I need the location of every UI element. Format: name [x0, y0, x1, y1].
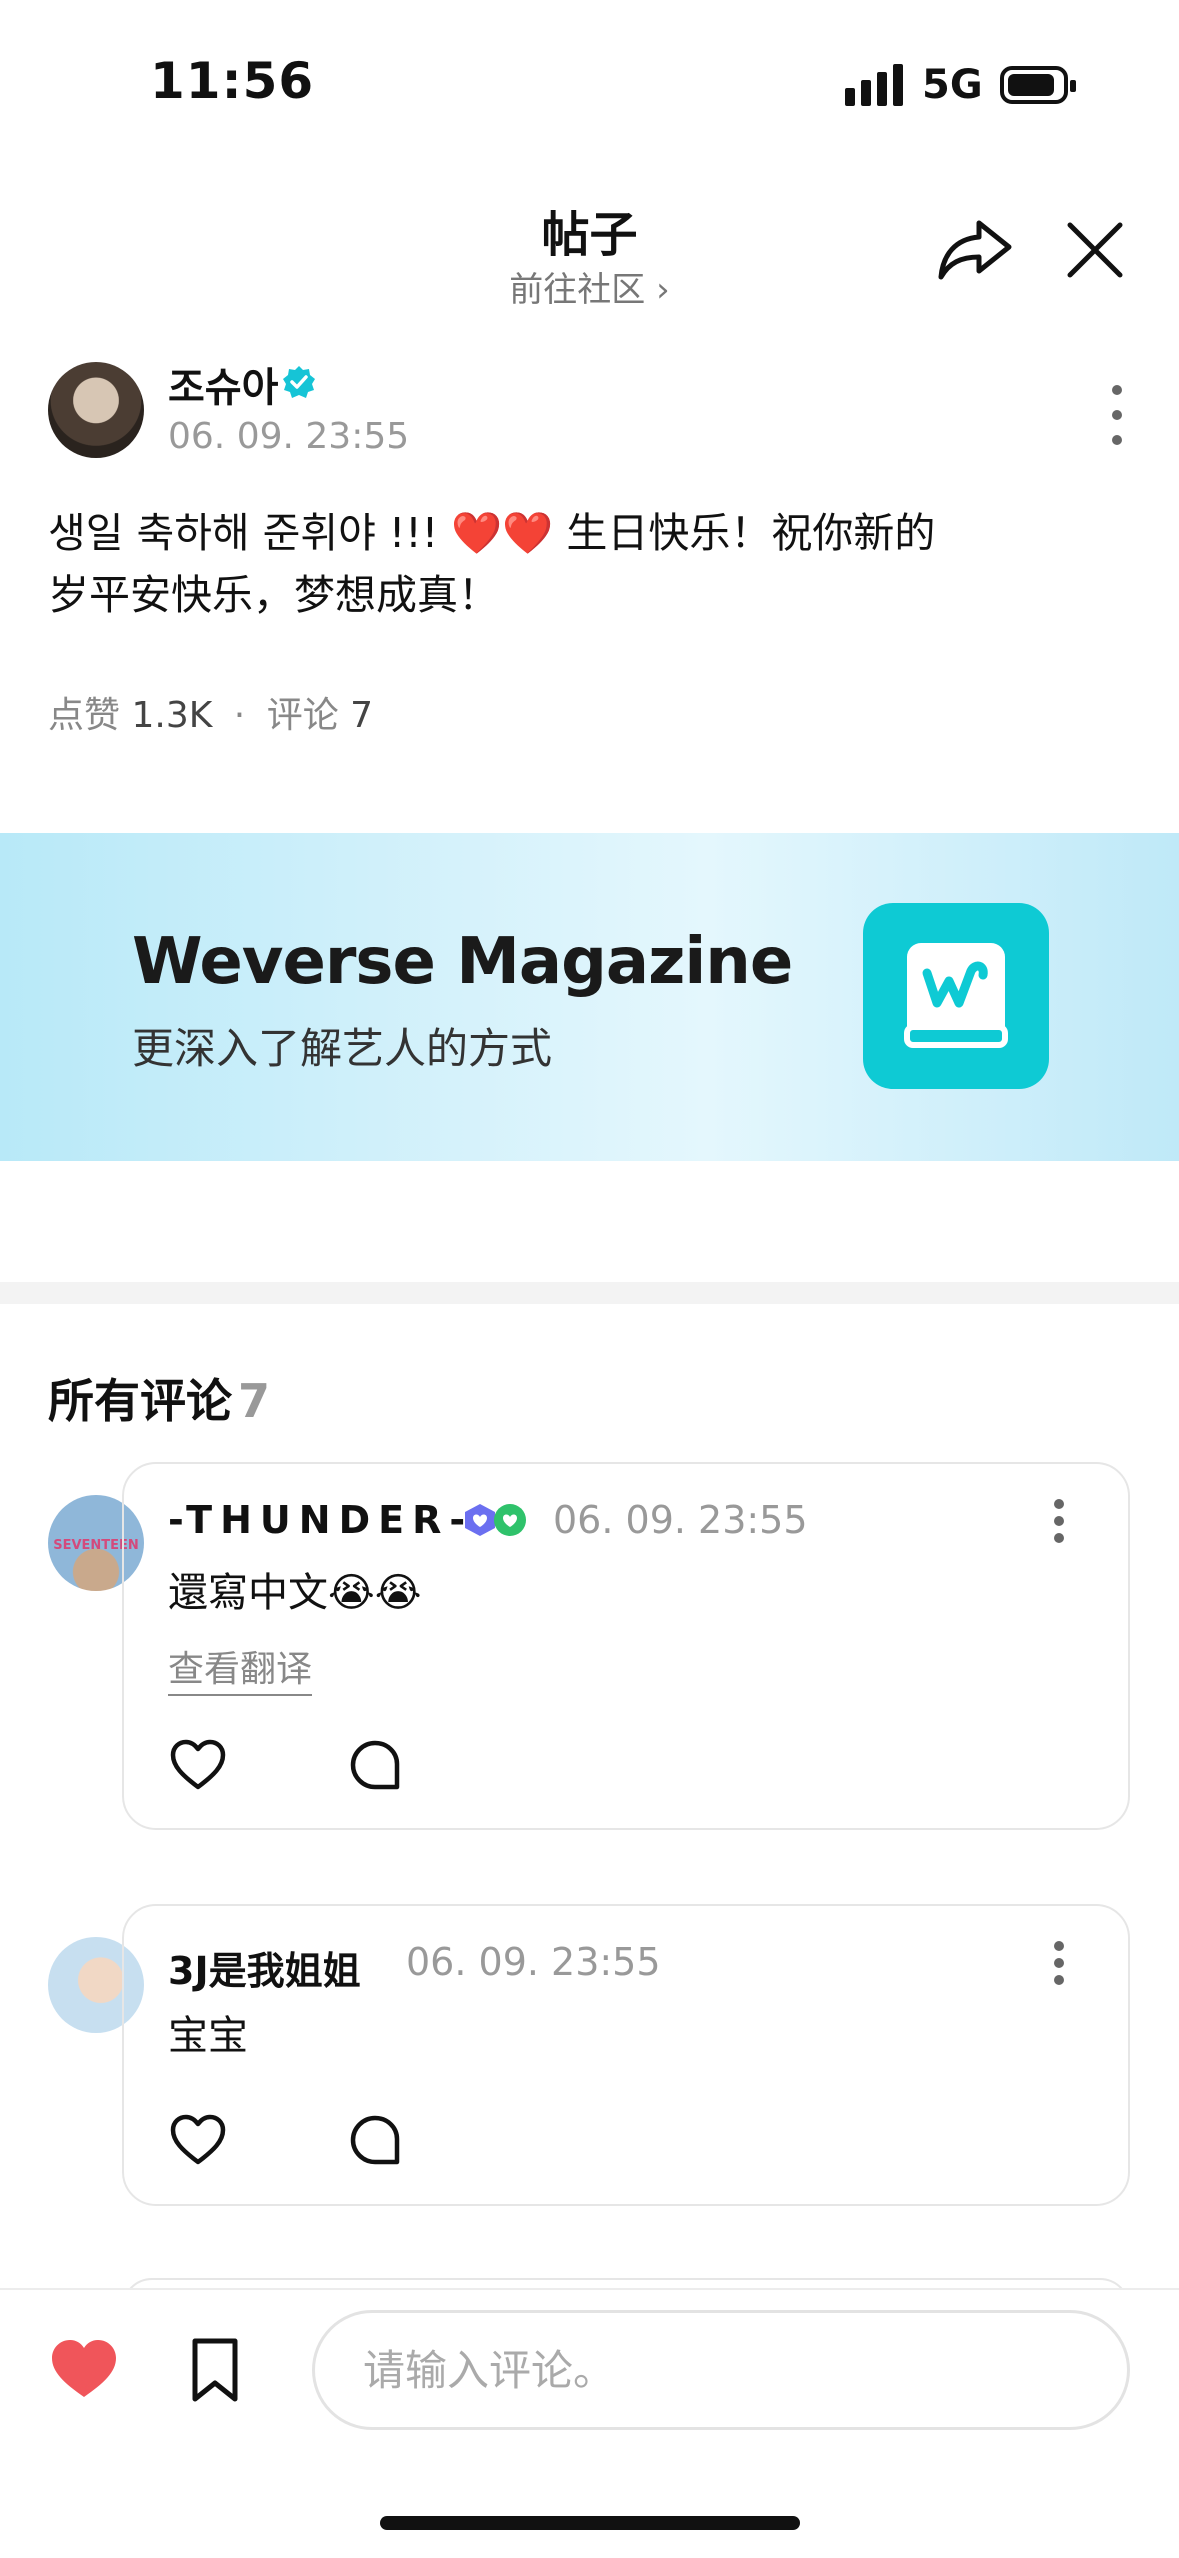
- section-divider: [0, 1282, 1179, 1304]
- comment-reply-button[interactable]: [345, 1735, 405, 1795]
- likes-label: 点赞: [48, 695, 121, 736]
- comment-text: 還寫中文😭😭: [168, 1570, 422, 1616]
- comments-title-count: 7: [238, 1374, 271, 1428]
- chevron-right-icon: ›: [656, 270, 670, 310]
- network-label: 5G: [922, 62, 983, 108]
- bookmark-button[interactable]: [185, 2335, 245, 2407]
- battery-icon: [1000, 66, 1076, 104]
- post-text: 생일 축하해 준휘야 !!! ❤️❤️ 生日快乐！祝你新的 岁平安快乐，梦想成真…: [48, 502, 1078, 626]
- home-indicator[interactable]: [380, 2516, 800, 2530]
- post-more-icon[interactable]: [1105, 385, 1129, 445]
- close-icon: [1067, 222, 1123, 278]
- comment-username[interactable]: -THUNDER-: [168, 1498, 473, 1542]
- post-timestamp: 06. 09. 23:55: [168, 416, 410, 457]
- banner-title: Weverse Magazine: [132, 925, 793, 999]
- comments-count: 7: [350, 695, 374, 736]
- view-translation-link[interactable]: 查看翻译: [168, 1640, 313, 1696]
- comment-text: 宝宝: [168, 2013, 248, 2059]
- comment-more-icon[interactable]: [1049, 1941, 1069, 1985]
- heart-filled-icon: [52, 2340, 116, 2397]
- post-text-line-1: 생일 축하해 준휘야 !!! ❤️❤️ 生日快乐！祝你新的: [48, 509, 936, 557]
- go-to-community-label: 前往社区: [509, 270, 646, 310]
- comment-input[interactable]: [312, 2310, 1130, 2430]
- comment-like-button[interactable]: [168, 1735, 228, 1795]
- post-text-line-2: 岁平安快乐，梦想成真！: [48, 571, 499, 619]
- stats-separator: ·: [233, 695, 246, 736]
- post-stats: 点赞 1.3K · 评论 7: [48, 686, 373, 738]
- signal-icon: [845, 64, 905, 106]
- fan-badge-icon: [462, 1502, 532, 1538]
- comment-like-button[interactable]: [168, 2110, 228, 2170]
- comment-timestamp: 06. 09. 23:55: [553, 1498, 808, 1542]
- comment-username[interactable]: 3J是我姐姐: [168, 1940, 361, 1995]
- weverse-magazine-logo-icon: [863, 903, 1049, 1089]
- verified-icon: [282, 365, 316, 399]
- likes-count: 1.3K: [131, 695, 213, 736]
- comment-timestamp: 06. 09. 23:55: [406, 1940, 661, 1984]
- heart-outline-icon: [170, 2114, 226, 2165]
- share-button[interactable]: [935, 215, 1015, 285]
- author-name[interactable]: 조슈아: [168, 355, 278, 413]
- heart-outline-icon: [170, 1739, 226, 1790]
- post-like-button[interactable]: [48, 2335, 120, 2403]
- comments-section-title: 所有评论 7: [48, 1365, 270, 1431]
- close-button[interactable]: [1060, 215, 1130, 285]
- comment-more-icon[interactable]: [1049, 1499, 1069, 1543]
- banner-subtitle: 更深入了解艺人的方式: [132, 1024, 553, 1073]
- comments-label: 评论: [266, 695, 339, 736]
- reply-bubble-icon: [350, 2115, 400, 2165]
- author-avatar[interactable]: [48, 362, 144, 458]
- comments-title-label: 所有评论: [48, 1374, 232, 1428]
- share-icon: [938, 220, 1012, 280]
- bookmark-icon: [192, 2338, 238, 2402]
- comment-reply-button[interactable]: [345, 2110, 405, 2170]
- reply-bubble-icon: [350, 1740, 400, 1790]
- status-time: 11:56: [150, 52, 315, 110]
